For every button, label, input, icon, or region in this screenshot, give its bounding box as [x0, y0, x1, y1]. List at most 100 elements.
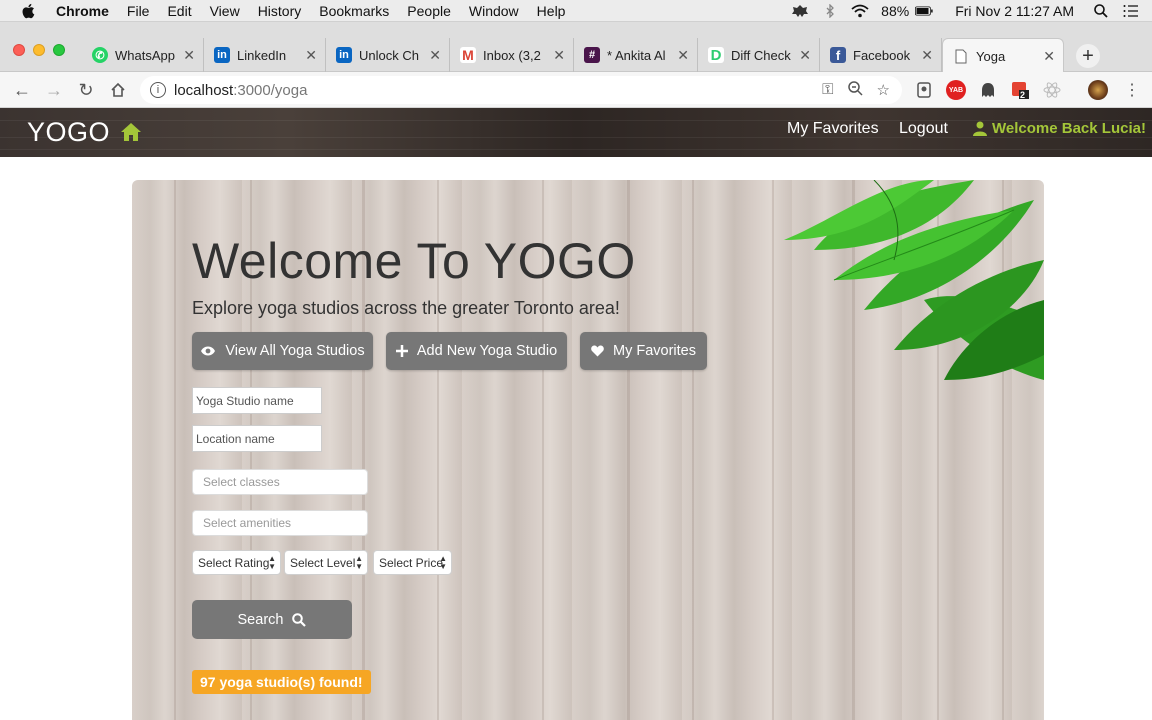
yab-extension-icon[interactable]: YAB: [946, 80, 966, 100]
battery-icon[interactable]: [915, 3, 933, 19]
menu-help[interactable]: Help: [537, 3, 566, 19]
key-icon[interactable]: ⚿: [822, 81, 833, 100]
extension-shield-icon[interactable]: [914, 80, 934, 100]
view-all-studios-button[interactable]: View All Yoga Studios: [192, 332, 373, 370]
window-close-button[interactable]: [13, 44, 25, 56]
browser-tab-strip: ✆ WhatsApp ✕ in LinkedIn ✕ in Unlock Ch …: [0, 22, 1152, 73]
menu-bookmarks[interactable]: Bookmarks: [319, 3, 389, 19]
react-devtools-icon[interactable]: [1042, 80, 1062, 100]
macos-menu-bar: Chrome File Edit View History Bookmarks …: [0, 0, 1152, 22]
tab-unlock[interactable]: in Unlock Ch ✕: [326, 38, 450, 72]
hero-subtitle: Explore yoga studios across the greater …: [192, 298, 620, 318]
heart-icon: [591, 345, 604, 357]
menu-history[interactable]: History: [258, 3, 302, 19]
home-button-icon[interactable]: [108, 80, 128, 100]
select-amenities-input[interactable]: Select amenities: [192, 510, 368, 536]
window-zoom-button[interactable]: [53, 44, 65, 56]
tab-facebook[interactable]: f Facebook ✕: [820, 38, 942, 72]
price-select-value: Select Price: [379, 555, 444, 570]
whatsapp-icon: ✆: [92, 47, 108, 63]
tab-close-icon[interactable]: ✕: [921, 47, 933, 64]
window-minimize-button[interactable]: [33, 44, 45, 56]
menu-chrome[interactable]: Chrome: [56, 3, 109, 19]
home-icon[interactable]: [120, 121, 142, 143]
reload-icon[interactable]: ↻: [76, 80, 96, 100]
add-new-studio-label: Add New Yoga Studio: [416, 343, 558, 359]
tab-close-icon[interactable]: ✕: [1043, 48, 1055, 65]
search-button[interactable]: Search: [192, 600, 352, 639]
ghostery-extension-icon[interactable]: [978, 80, 998, 100]
menu-view[interactable]: View: [210, 3, 240, 19]
tab-close-icon[interactable]: ✕: [429, 47, 441, 64]
studio-name-placeholder: Yoga Studio name: [196, 393, 294, 408]
battery-percent: 88%: [881, 3, 910, 19]
level-select-value: Select Level: [290, 555, 356, 570]
select-arrows-icon: ▲ ▼: [355, 554, 363, 571]
brand-logo[interactable]: YOGO: [27, 117, 110, 148]
profile-avatar[interactable]: [1088, 80, 1108, 100]
forward-arrow-icon[interactable]: →: [44, 80, 64, 100]
rating-select-value: Select Rating: [198, 555, 270, 570]
location-name-placeholder: Location name: [196, 431, 275, 446]
linkedin-icon: in: [214, 47, 230, 63]
select-classes-input[interactable]: Select classes: [192, 469, 368, 495]
hero-title: Welcome To YOGO: [192, 233, 636, 289]
zoom-icon[interactable]: [847, 81, 863, 100]
level-select[interactable]: Select Level ▲ ▼: [284, 550, 368, 575]
bluetooth-icon[interactable]: [821, 3, 839, 19]
menu-file[interactable]: File: [127, 3, 150, 19]
tab-slack[interactable]: # * Ankita Al ✕: [574, 38, 698, 72]
user-icon: [973, 121, 987, 136]
tab-whatsapp[interactable]: ✆ WhatsApp ✕: [82, 38, 204, 72]
select-amenities-placeholder: Select amenities: [203, 516, 292, 530]
tab-linkedin[interactable]: in LinkedIn ✕: [204, 38, 326, 72]
welcome-user-link[interactable]: Welcome Back Lucia!: [973, 120, 1146, 137]
tab-yoga-active[interactable]: Yoga ✕: [942, 38, 1064, 73]
page-icon: [953, 48, 969, 64]
bookmark-star-icon[interactable]: ☆: [877, 81, 890, 100]
add-new-studio-button[interactable]: Add New Yoga Studio: [386, 332, 567, 370]
menu-window[interactable]: Window: [469, 3, 519, 19]
facebook-icon: f: [830, 47, 846, 63]
chrome-menu-icon[interactable]: ⋮: [1122, 80, 1142, 100]
notification-center-icon[interactable]: [1122, 3, 1140, 19]
rating-select[interactable]: Select Rating ▲ ▼: [192, 550, 281, 575]
extension-badge-count: 2: [1020, 90, 1026, 100]
tab-close-icon[interactable]: ✕: [553, 47, 565, 64]
plus-icon: [395, 345, 408, 357]
site-info-icon[interactable]: i: [150, 82, 166, 98]
tab-close-icon[interactable]: ✕: [305, 47, 317, 64]
apple-icon[interactable]: [20, 2, 38, 20]
creative-cloud-icon[interactable]: [791, 3, 809, 19]
tab-diffchecker[interactable]: D Diff Check ✕: [698, 38, 820, 72]
price-select[interactable]: Select Price ▲ ▼: [373, 550, 452, 575]
browser-toolbar: ← → ↻ i localhost:3000/yoga ⚿ ☆ YAB 2 ⋮: [0, 72, 1152, 108]
welcome-text: Welcome Back Lucia!: [992, 120, 1146, 137]
linkedin-icon: in: [336, 47, 352, 63]
tab-inbox[interactable]: M Inbox (3,2 ✕: [450, 38, 574, 72]
menu-people[interactable]: People: [407, 3, 451, 19]
tab-close-icon[interactable]: ✕: [677, 47, 689, 64]
tab-close-icon[interactable]: ✕: [183, 47, 195, 64]
basil-leaves-image: [784, 180, 1044, 380]
address-bar[interactable]: i localhost:3000/yoga ⚿ ☆: [140, 76, 902, 104]
wifi-icon[interactable]: [851, 3, 869, 19]
studio-name-input[interactable]: Yoga Studio name: [192, 387, 322, 414]
diffchecker-icon: D: [708, 47, 724, 64]
spotlight-search-icon[interactable]: [1092, 3, 1110, 19]
menu-clock[interactable]: Fri Nov 2 11:27 AM: [955, 3, 1074, 19]
back-arrow-icon[interactable]: ←: [12, 80, 32, 100]
nav-my-favorites-link[interactable]: My Favorites: [787, 120, 879, 138]
search-icon: [292, 612, 307, 627]
nav-logout-link[interactable]: Logout: [899, 120, 948, 138]
menu-edit[interactable]: Edit: [167, 3, 191, 19]
select-arrows-icon: ▲ ▼: [439, 554, 447, 571]
url-path: :3000/yoga: [233, 81, 308, 99]
location-name-input[interactable]: Location name: [192, 425, 322, 452]
results-count-badge: 97 yoga studio(s) found!: [192, 670, 371, 694]
hero-jumbotron: Welcome To YOGO Explore yoga studios acr…: [132, 180, 1044, 720]
new-tab-button[interactable]: +: [1076, 44, 1100, 68]
my-favorites-button[interactable]: My Favorites: [580, 332, 707, 370]
tab-close-icon[interactable]: ✕: [799, 47, 811, 64]
my-favorites-label: My Favorites: [613, 343, 696, 359]
